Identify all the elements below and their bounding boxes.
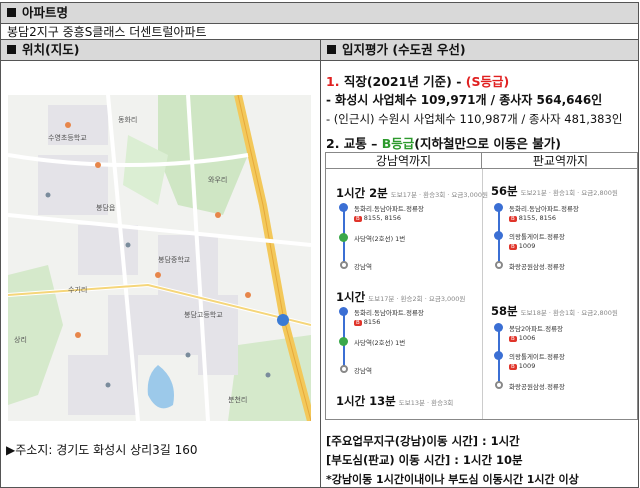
divider (482, 169, 483, 419)
time-gangnam: [주요업무지구(강남)이동 시간] : 1시간 (326, 434, 520, 448)
apt-name-row: 봉담2지구 중흥S클래스 더센트럴아파트 (0, 23, 639, 40)
jobs-title: 1. 직장(2021년 기준) - (S등급) (326, 74, 510, 89)
bus-icon (494, 203, 503, 212)
page: 아파트명 봉담2지구 중흥S클래스 더센트럴아파트 위치(지도) 입지평가 (수… (0, 0, 640, 488)
route-card[interactable]: 1시간 도보17분 · 환승2회 · 요금3,000원 (336, 289, 465, 305)
route-card[interactable]: 1시간 2분 도보17분 · 환승3회 · 요금3,000원 (336, 185, 488, 201)
bus-badge: B (354, 320, 362, 326)
square-bullet-icon (7, 45, 16, 54)
transport-title: 2. 교통 – B등급(지하철만으로 이동은 불가) (326, 136, 561, 151)
map-label: 동화리 (118, 116, 138, 124)
route-card[interactable]: 56분 도보21분 · 환승1회 · 요금2,800원 (491, 183, 618, 199)
map-label: 상리 (14, 336, 27, 344)
bus-icon (339, 203, 348, 212)
location-header: 위치(지도) (0, 39, 321, 61)
map-label: 분천리 (228, 396, 248, 404)
destination-icon (495, 261, 503, 269)
map-label: 봉담중학교 (158, 256, 191, 264)
destination-icon (340, 261, 348, 269)
jobs-line1: - 화성시 사업체수 109,971개 / 종사자 564,646인 (326, 93, 603, 107)
square-bullet-icon (7, 8, 16, 17)
pangyo-header: 판교역까지 (482, 153, 637, 169)
route-card[interactable]: 1시간 13분 도보13분 · 환승3회 (336, 393, 453, 409)
bus-badge: B (509, 336, 517, 342)
map-label: 수영초등학교 (48, 134, 87, 142)
subway-icon (339, 337, 348, 346)
bus-icon (494, 351, 503, 360)
map-image[interactable]: 봉담읍 수영초등학교 봉담중학교 봉담고등학교 상리 동화리 와우리 수기리 분… (8, 95, 311, 421)
bus-badge: B (354, 216, 362, 222)
time-note: *강남이동 1시간이내이나 부도심 이동시간 1시간 이상 (326, 473, 579, 486)
time-pangyo: [부도심(판교) 이동 시간] : 1시간 10분 (326, 453, 523, 467)
route-card[interactable]: 58분 도보18분 · 환승1회 · 요금2,800원 (491, 303, 618, 319)
map-label: 수기리 (68, 286, 88, 294)
bus-badge: B (509, 364, 517, 370)
destination-icon (340, 365, 348, 373)
apt-header: 아파트명 (0, 2, 639, 24)
subway-icon (339, 233, 348, 242)
bus-badge: B (509, 244, 517, 250)
bus-icon (339, 307, 348, 316)
gangnam-header: 강남역까지 (326, 153, 482, 169)
jobs-line2: - (인근시) 수원시 사업체수 110,987개 / 종사자 481,383인 (326, 112, 623, 126)
map-label: 와우리 (208, 176, 228, 184)
address: ▶주소지: 경기도 화성시 상리3길 160 (6, 443, 198, 457)
map-label: 봉담고등학교 (184, 311, 223, 319)
map-label: 봉담읍 (96, 204, 116, 212)
evaluation-header: 입지평가 (수도권 우선) (320, 39, 639, 61)
bus-icon (494, 231, 503, 240)
apt-name: 봉담2지구 중흥S클래스 더센트럴아파트 (7, 25, 207, 39)
bus-badge: B (509, 216, 517, 222)
route-panel: 강남역까지 판교역까지 1시간 2분 도보17분 · 환승3회 · 요금3,000… (325, 152, 638, 420)
square-bullet-icon (327, 45, 336, 54)
bus-icon (494, 323, 503, 332)
destination-icon (495, 381, 503, 389)
